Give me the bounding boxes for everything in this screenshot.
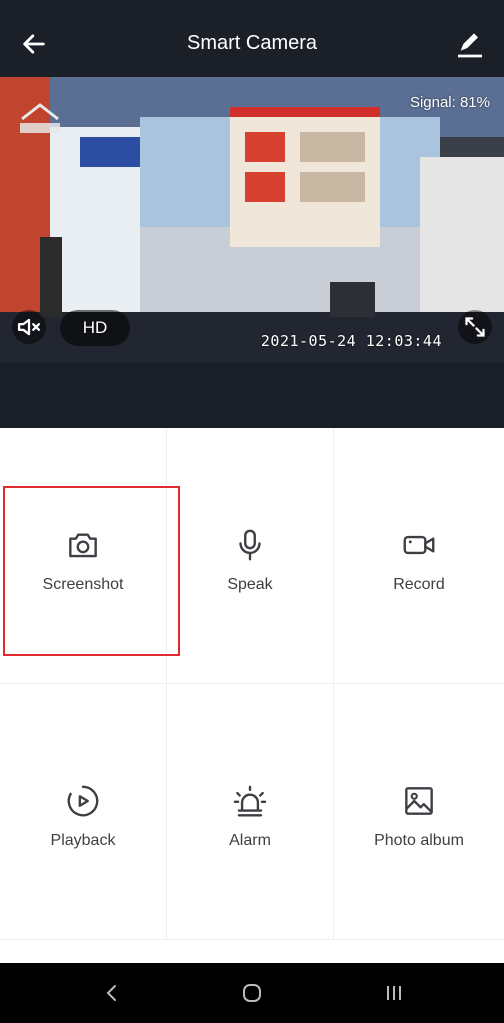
alarm-button[interactable]: Alarm [167, 684, 334, 940]
system-navigation-bar [0, 963, 504, 1023]
nav-recents-icon[interactable] [380, 981, 408, 1005]
nav-home-icon[interactable] [238, 981, 266, 1005]
playback-label: Playback [50, 832, 116, 849]
signal-strength: Signal: 81% [409, 94, 490, 111]
actions-grid: Screenshot Speak Record Playback Alarm P… [0, 428, 504, 940]
siren-icon [233, 785, 267, 817]
brand-logo [20, 103, 60, 133]
video-controls-strip [0, 362, 504, 428]
screenshot-label: Screenshot [42, 576, 124, 593]
record-button[interactable]: Record [334, 428, 504, 684]
playback-button[interactable]: Playback [0, 684, 167, 940]
playback-icon [67, 785, 99, 817]
mute-button[interactable] [12, 310, 46, 344]
fullscreen-button[interactable] [458, 310, 492, 344]
status-bar [0, 0, 504, 10]
speaker-muted-icon [17, 318, 41, 336]
image-icon [405, 787, 433, 815]
photo-album-button[interactable]: Photo album [334, 684, 504, 940]
screenshot-button[interactable]: Screenshot [0, 428, 167, 684]
nav-back-icon[interactable] [98, 981, 126, 1005]
microphone-icon [239, 529, 261, 561]
video-timestamp: 2021-05-24 12:03:44 [260, 332, 442, 350]
camera-live-view[interactable]: Signal: 81% HD 2021-05-24 12:03:44 [0, 77, 504, 362]
record-label: Record [393, 576, 445, 593]
page-title: Smart Camera [186, 32, 318, 54]
speak-label: Speak [227, 576, 273, 593]
video-camera-icon [403, 535, 435, 555]
quality-toggle-button[interactable]: HD [60, 310, 130, 346]
fullscreen-icon [465, 317, 485, 337]
camera-icon [69, 533, 97, 558]
app-header: Smart Camera [0, 10, 504, 77]
speak-button[interactable]: Speak [167, 428, 334, 684]
photo-album-label: Photo album [374, 832, 464, 849]
pencil-icon[interactable] [454, 28, 486, 60]
alarm-label: Alarm [229, 832, 271, 849]
